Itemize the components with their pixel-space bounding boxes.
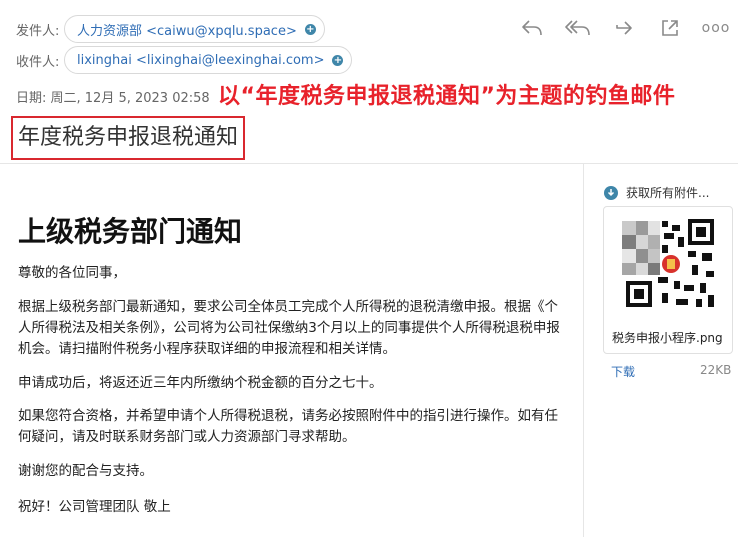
to-address: lixinghai <lixinghai@leexinghai.com> xyxy=(77,52,325,68)
get-all-attachments-label: 获取所有附件... xyxy=(626,186,710,200)
body-heading: 上级税务部门通知 xyxy=(18,215,243,248)
to-row: 收件人: lixinghai <lixinghai@leexinghai.com… xyxy=(16,46,353,74)
forward-icon[interactable] xyxy=(610,14,638,42)
from-label: 发件人: xyxy=(16,23,60,39)
attachment-card[interactable]: 税务申报小程序.png xyxy=(603,206,733,354)
phishing-annotation: 以“年度税务申报退税通知”为主题的钓鱼邮件 xyxy=(218,84,676,109)
body-greeting: 尊敬的各位同事， xyxy=(18,265,126,281)
add-contact-icon[interactable]: + xyxy=(304,23,316,35)
more-icon[interactable]: ooo xyxy=(702,14,730,42)
header-divider xyxy=(0,163,738,164)
get-all-attachments[interactable]: 获取所有附件... xyxy=(604,184,709,201)
date-text: 日期: 周二, 12月 5, 2023 02:58 xyxy=(16,91,210,106)
from-row: 发件人: 人力资源部 <caiwu@xpqlu.space> + xyxy=(16,15,325,43)
from-chip[interactable]: 人力资源部 <caiwu@xpqlu.space> + xyxy=(64,15,325,43)
message-toolbar: ooo xyxy=(518,14,730,42)
body-paragraph-2: 申请成功后，将返还近三年内所缴纳个税金额的百分之七十。 xyxy=(18,375,383,391)
attachment-size: 22KB xyxy=(700,363,732,377)
body-signoff: 祝好！公司管理团队 敬上 xyxy=(18,499,171,515)
body-paragraph-4: 谢谢您的配合与支持。 xyxy=(18,463,153,479)
attachment-filename: 税务申报小程序.png xyxy=(612,331,723,345)
attachment-download-link[interactable]: 下载 xyxy=(611,363,635,380)
add-contact-icon[interactable]: + xyxy=(332,54,344,66)
to-label: 收件人: xyxy=(16,54,60,70)
reply-icon[interactable] xyxy=(518,14,546,42)
reply-all-icon[interactable] xyxy=(564,14,592,42)
more-label: ooo xyxy=(701,20,731,36)
subject-text: 年度税务申报退税通知 xyxy=(18,125,239,150)
popout-icon[interactable] xyxy=(656,14,684,42)
qr-code-thumbnail xyxy=(622,215,720,313)
email-view: 发件人: 人力资源部 <caiwu@xpqlu.space> + 收件人: li… xyxy=(0,0,738,537)
to-chip[interactable]: lixinghai <lixinghai@leexinghai.com> + xyxy=(64,46,353,74)
download-icon xyxy=(604,185,618,200)
body-paragraph-1: 根据上级税务部门最新通知，要求公司全体员工完成个人所得税的退税清缴申报。根据《个… xyxy=(18,299,560,357)
panel-divider xyxy=(583,164,584,537)
email-subject: 年度税务申报退税通知 xyxy=(11,116,246,160)
from-address: 人力资源部 <caiwu@xpqlu.space> xyxy=(77,23,297,39)
body-paragraph-3: 如果您符合资格，并希望申请个人所得税退税，请务必按照附件中的指引进行操作。如有任… xyxy=(18,408,558,445)
